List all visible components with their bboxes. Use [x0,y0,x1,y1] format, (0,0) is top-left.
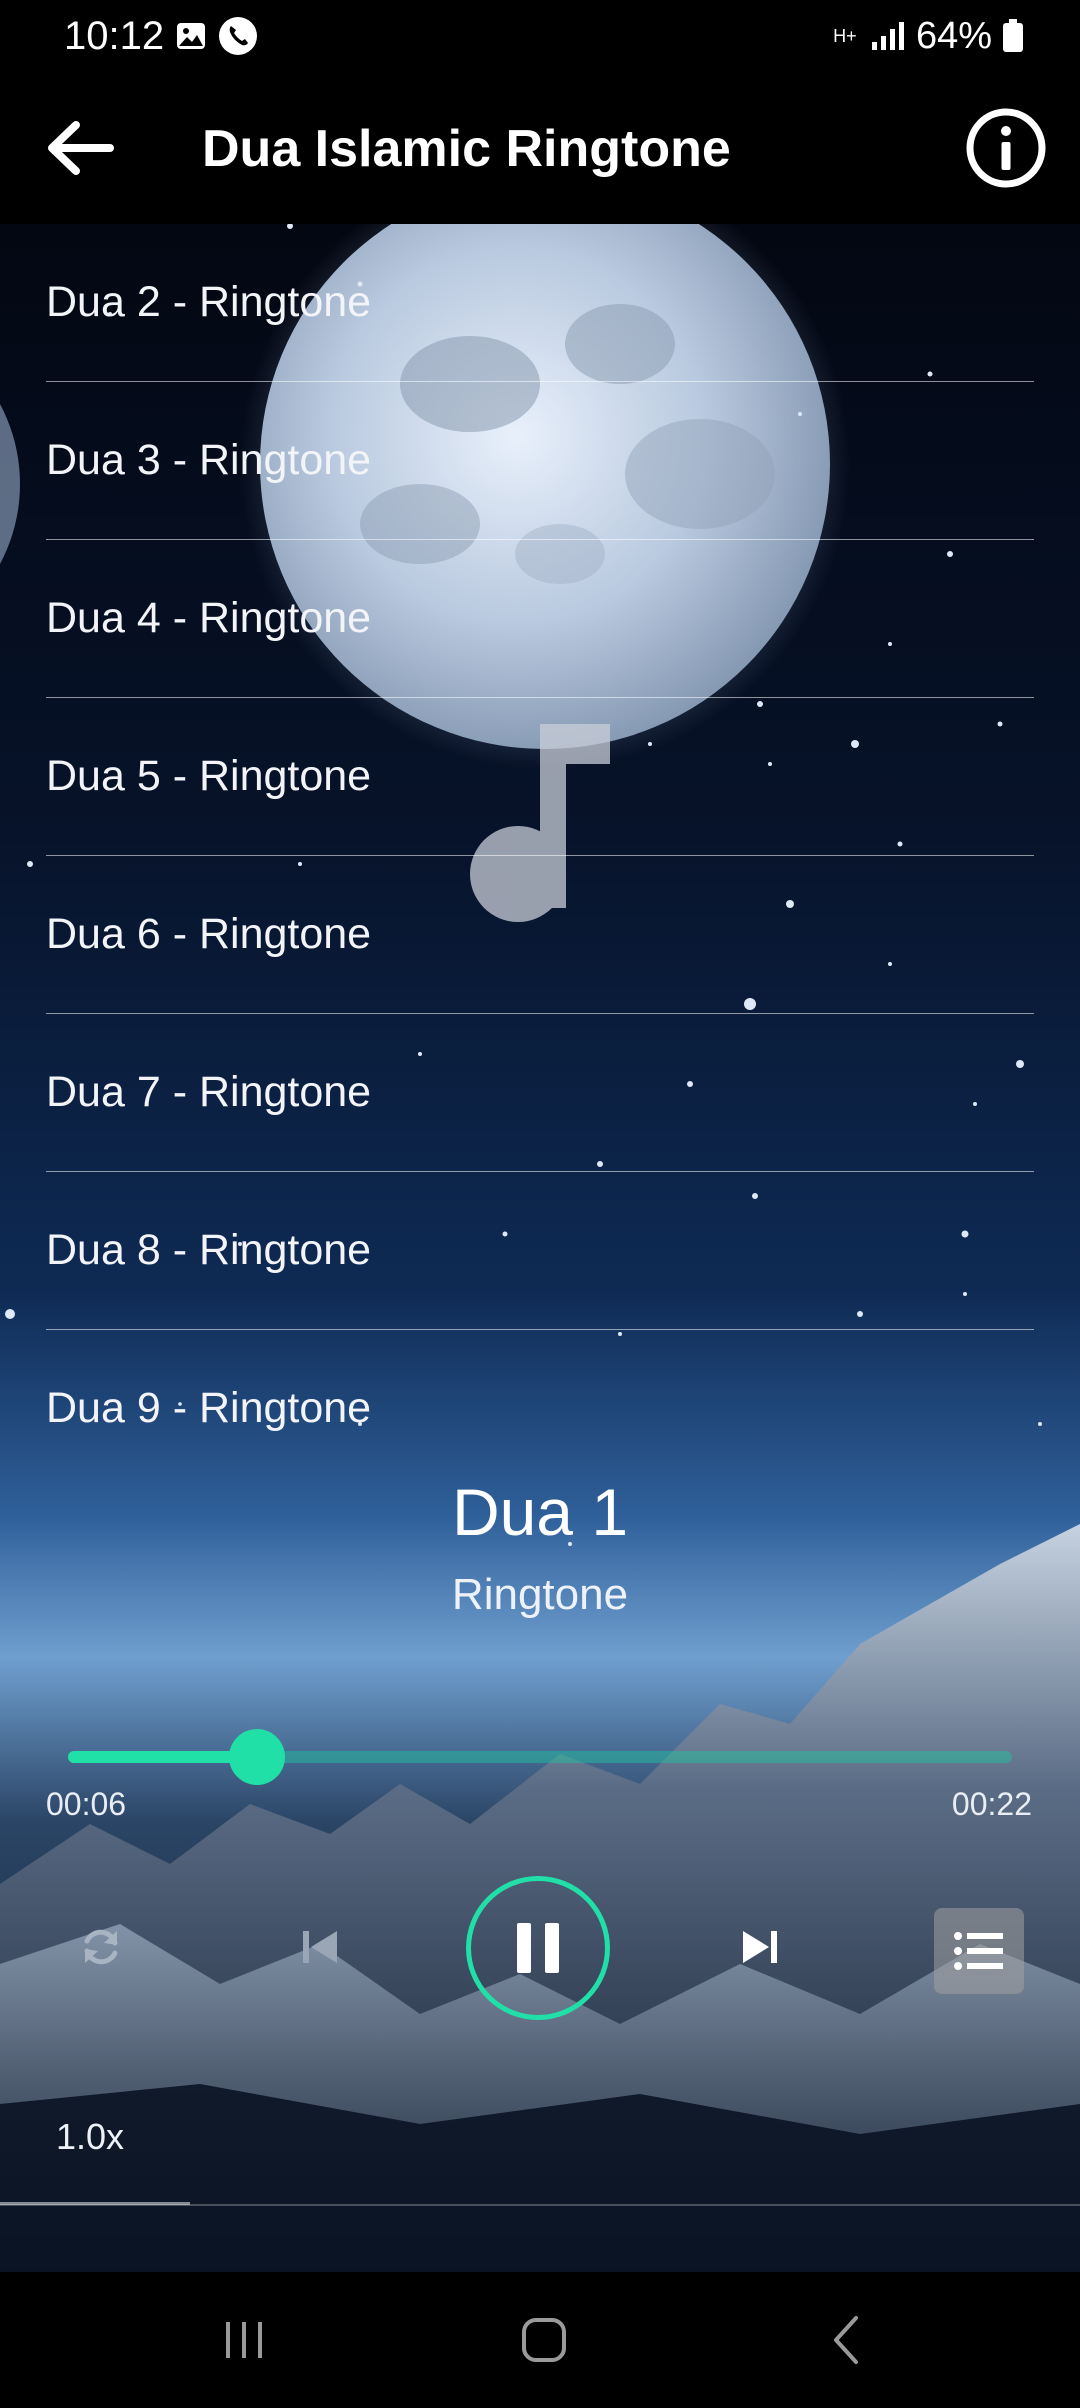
total-time: 00:22 [951,1786,1032,1822]
repeat-icon [84,1929,118,1965]
current-time: 00:06 [46,1786,127,1822]
recent-apps-icon[interactable] [214,2310,274,2370]
system-nav-bar [0,2272,1080,2408]
speed-indicator [0,2202,190,2205]
list-item[interactable]: Dua 9 - Ringtone [46,1330,1034,1487]
pause-icon [517,1923,559,1973]
status-bar: 10:12 H+ 64% [0,0,1080,74]
list-item[interactable]: Dua 5 - Ringtone [46,698,1034,856]
now-playing-subtitle: Ringtone [451,1570,629,1619]
skip-previous-icon [303,1931,337,1963]
app-title: Dua Islamic Ringtone [202,120,731,178]
progress-slider[interactable] [68,1729,1012,1785]
play-pause-button[interactable] [466,1876,610,2020]
progress-thumb[interactable] [228,1729,285,1785]
list-item[interactable]: Dua 8 - Ringtone [46,1172,1034,1330]
phone-notification-icon [219,17,257,55]
app-bar: Dua Islamic Ringtone [0,74,1080,224]
playlist-icon [954,1932,1003,1970]
list-item[interactable]: Dua 6 - Ringtone [46,856,1034,1014]
previous-button[interactable] [284,1912,354,1982]
repeat-button[interactable] [66,1912,136,1982]
skip-next-icon [743,1931,777,1963]
now-playing-title: Dua 1 [451,1475,629,1549]
list-item[interactable]: Dua 2 - Ringtone [46,224,1034,382]
list-item[interactable]: Dua 7 - Ringtone [46,1014,1034,1172]
track-list: Dua 2 - Ringtone Dua 3 - Ringtone Dua 4 … [46,224,1034,1487]
back-arrow-icon[interactable] [40,108,120,188]
status-time: 10:12 [64,14,165,58]
next-button[interactable] [726,1912,796,1982]
network-type: H+ [833,26,857,46]
battery-percentage: 64% [915,14,992,57]
playlist-button[interactable] [934,1908,1024,1994]
signal-icon [871,22,904,50]
home-icon[interactable] [514,2310,574,2370]
info-icon[interactable] [964,106,1048,190]
list-item[interactable]: Dua 3 - Ringtone [46,382,1034,540]
status-right: H+ 64% [830,10,1024,62]
back-nav-icon[interactable] [818,2310,878,2370]
playback-speed[interactable]: 1.0x [56,2116,124,2158]
gallery-notification-icon [177,23,205,49]
battery-icon [1003,19,1023,52]
list-item[interactable]: Dua 4 - Ringtone [46,540,1034,698]
